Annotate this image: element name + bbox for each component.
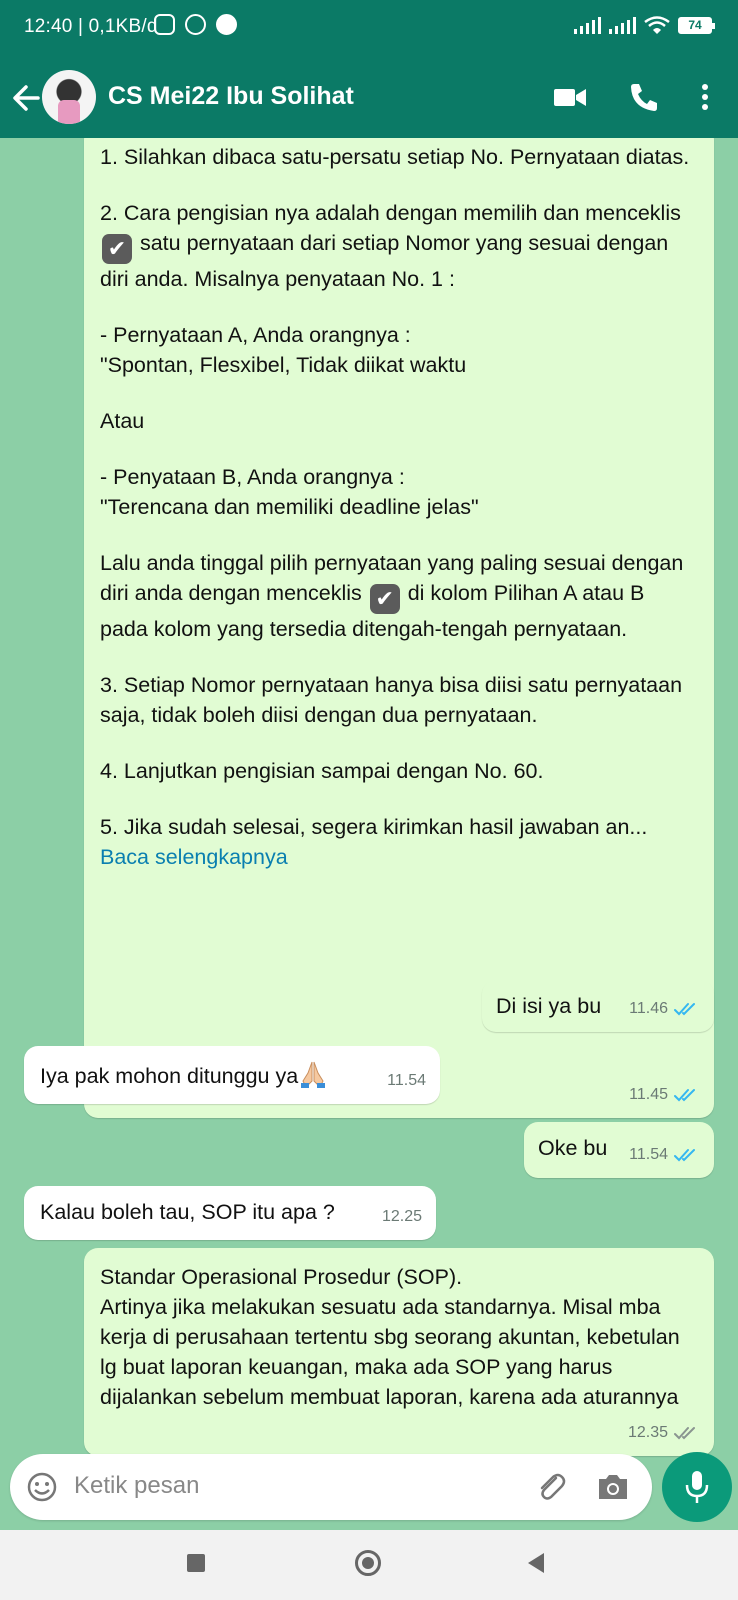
double-check-read-icon <box>674 1089 695 1102</box>
check-box-icon: ✔ <box>369 584 400 614</box>
message-text: 5. Jika sudah selesai, segera kirimkan h… <box>100 815 648 869</box>
chat-messages[interactable]: 1. Silahkan dibaca satu-persatu setiap N… <box>0 138 738 1520</box>
double-check-delivered-icon <box>674 1427 695 1440</box>
message-input-bar[interactable]: Ketik pesan <box>10 1454 652 1520</box>
status-system-icons: 74 <box>574 16 715 34</box>
message-text: 2. Cara pengisian nya adalah dengan memi… <box>100 201 681 291</box>
signal-icon <box>609 16 636 34</box>
recents-button[interactable] <box>187 1554 205 1572</box>
spotify-icon <box>216 14 237 35</box>
message-meta: 11.46 <box>629 994 700 1024</box>
read-more-link[interactable]: Baca selengkapnya <box>100 845 288 869</box>
chat-header: CS Mei22 Ibu Solihat <box>0 58 738 138</box>
message-text: Kalau boleh tau, SOP itu apa ? <box>40 1200 335 1224</box>
message-text: Standar Operasional Prosedur (SOP). Arti… <box>100 1265 680 1409</box>
phone-icon[interactable] <box>628 80 658 114</box>
message-meta: 11.54 <box>629 1140 700 1170</box>
contact-name[interactable]: CS Mei22 Ibu Solihat <box>108 82 354 111</box>
message-text: Iya pak mohon ditunggu ya <box>40 1059 424 1091</box>
attach-icon[interactable] <box>534 1470 568 1504</box>
message-time: 12.25 <box>381 1208 422 1225</box>
home-button[interactable] <box>355 1550 381 1576</box>
folded-hands-icon <box>301 1061 326 1088</box>
message-text: 3. Setiap Nomor pernyataan hanya bisa di… <box>100 673 683 727</box>
double-check-read-icon <box>674 1149 695 1162</box>
wifi-icon <box>644 16 670 34</box>
status-time: 12:40 | 0,1KB/d <box>24 16 158 37</box>
message-bubble-incoming[interactable]: Iya pak mohon ditunggu ya 11.54 <box>24 1046 440 1104</box>
message-meta: 11.45 <box>629 1080 700 1110</box>
system-nav-bar <box>0 1530 738 1600</box>
video-call-icon[interactable] <box>554 80 586 114</box>
message-time: 11.46 <box>629 1000 668 1017</box>
alarm-icon <box>185 14 206 35</box>
message-meta: 11.54 <box>387 1066 426 1096</box>
message-meta: 12.25 <box>382 1202 422 1232</box>
double-check-read-icon <box>674 1003 695 1016</box>
message-bubble-outgoing[interactable]: Standar Operasional Prosedur (SOP). Arti… <box>84 1248 714 1456</box>
message-text: 1. Silahkan dibaca satu-persatu setiap N… <box>100 145 690 169</box>
status-bar: 12:40 | 0,1KB/d 74 <box>0 0 738 58</box>
message-time: 12.35 <box>627 1424 668 1441</box>
camera-icon[interactable] <box>596 1472 630 1502</box>
system-back-button[interactable] <box>528 1553 544 1573</box>
message-text: 4. Lanjutkan pengisian sampai dengan No.… <box>100 759 544 783</box>
back-arrow-icon[interactable] <box>10 78 44 118</box>
message-text: Atau <box>100 409 145 433</box>
emoji-icon[interactable] <box>26 1471 58 1503</box>
message-text: - Penyataan B, Anda orangnya : "Terencan… <box>100 465 479 519</box>
signal-icon <box>574 16 601 34</box>
mic-icon <box>685 1471 709 1503</box>
more-vert-icon[interactable] <box>700 80 710 114</box>
message-time: 11.45 <box>629 1086 668 1103</box>
message-time: 11.54 <box>387 1072 426 1089</box>
message-input[interactable]: Ketik pesan <box>74 1472 199 1500</box>
message-bubble-outgoing[interactable]: Oke bu 11.54 <box>524 1122 714 1178</box>
message-text: Lalu anda tinggal pilih pernyataan yang … <box>100 551 684 641</box>
message-bubble-outgoing[interactable]: 1. Silahkan dibaca satu-persatu setiap N… <box>84 138 714 1118</box>
instagram-icon <box>154 14 175 35</box>
status-notification-icons <box>154 14 237 35</box>
message-meta: 12.35 <box>628 1418 700 1448</box>
top-bar: 12:40 | 0,1KB/d 74 CS Mei22 Ibu Solihat <box>0 0 738 138</box>
message-bubble-incoming[interactable]: Kalau boleh tau, SOP itu apa ? 12.25 <box>24 1186 436 1240</box>
message-time: 11.54 <box>629 1146 668 1163</box>
message-text: - Pernyataan A, Anda orangnya : "Spontan… <box>100 323 467 377</box>
check-box-icon: ✔ <box>102 234 132 264</box>
avatar[interactable] <box>42 70 96 124</box>
voice-message-button[interactable] <box>662 1452 732 1522</box>
message-bubble-outgoing[interactable]: Di isi ya bu 11.46 <box>482 980 714 1032</box>
battery-icon: 74 <box>678 17 715 34</box>
